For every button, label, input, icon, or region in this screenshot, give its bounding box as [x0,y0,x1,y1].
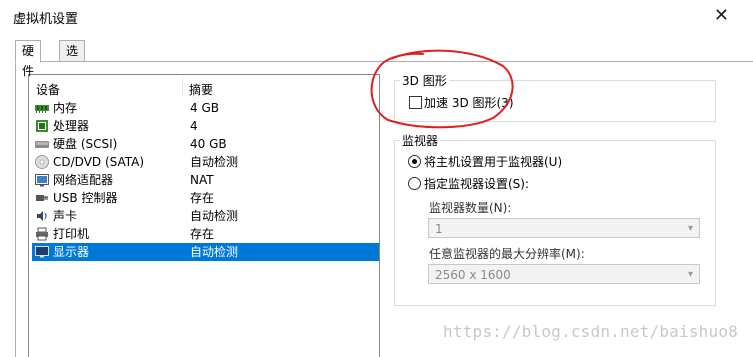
memory-icon [35,105,49,113]
max-resolution-select[interactable]: 2560 x 1600 ▾ [428,264,700,284]
device-row-harddisk[interactable]: 硬盘 (SCSI) 40 GB [32,135,379,153]
tab-hardware[interactable]: 硬件 [15,40,42,78]
cpu-icon [36,120,48,132]
network-icon [35,174,49,187]
device-summary: 40 GB [190,137,227,151]
device-summary: 存在 [190,191,215,205]
device-summary: 4 GB [190,101,219,115]
monitor-group-label: 监视器 [400,132,441,149]
column-header-device[interactable]: 设备 [36,81,60,98]
monitor-count-select[interactable]: 1 ▾ [428,218,700,238]
annotation-circle [370,49,514,129]
max-resolution-value: 2560 x 1600 [435,268,511,282]
device-summary: NAT [190,173,214,187]
close-icon[interactable]: ✕ [714,5,729,26]
device-list[interactable]: 设备 摘要 内存 4 GB 处理器 4 硬盘 (SCSI) 40 GB CD/D… [28,74,380,357]
tab-options[interactable]: 选项 [59,40,86,78]
custom-settings-label[interactable]: 指定监视器设置(S): [424,175,529,192]
device-row-printer[interactable]: 打印机 存在 [32,225,379,243]
host-settings-label[interactable]: 将主机设置用于监视器(U) [424,153,562,170]
device-name: 网络适配器 [53,173,114,187]
device-row-display[interactable]: 显示器 自动检测 [32,243,379,261]
device-summary: 4 [190,119,198,133]
sound-icon [37,211,47,221]
device-row-network[interactable]: 网络适配器 NAT [32,171,379,189]
device-summary: 存在 [190,227,215,241]
device-summary: 自动检测 [190,155,239,169]
device-summary: 自动检测 [190,209,239,223]
column-header-summary[interactable]: 摘要 [189,81,213,98]
host-settings-radio[interactable] [408,155,421,168]
chevron-down-icon: ▾ [687,269,693,280]
title-bar: 虚拟机设置 ✕ [0,0,753,34]
window-title: 虚拟机设置 [13,12,79,27]
device-name: 处理器 [53,119,90,133]
chevron-down-icon: ▾ [687,223,693,234]
device-name: 硬盘 (SCSI) [53,137,118,151]
printer-icon [36,227,48,241]
monitor-count-value: 1 [435,222,443,236]
harddisk-icon [35,141,49,148]
column-separator [182,77,183,96]
watermark: https://blog.csdn.net/baishuo8 [443,322,738,341]
device-row-sound[interactable]: 声卡 自动检测 [32,207,379,225]
device-row-processor[interactable]: 处理器 4 [32,117,379,135]
device-row-cddvd[interactable]: CD/DVD (SATA) 自动检测 [32,153,379,171]
device-name: CD/DVD (SATA) [53,155,145,169]
device-row-usb[interactable]: USB 控制器 存在 [32,189,379,207]
device-name: 打印机 [53,227,90,241]
display-icon [35,246,49,258]
device-name: 显示器 [53,245,90,259]
monitor-count-label: 监视器数量(N): [429,201,512,215]
device-name: 内存 [53,101,78,115]
max-resolution-label: 任意监视器的最大分辨率(M): [429,247,585,261]
device-name: USB 控制器 [53,191,118,205]
device-name: 声卡 [53,209,78,223]
device-row-memory[interactable]: 内存 4 GB [32,99,379,117]
cd-icon [35,155,49,169]
device-summary: 自动检测 [190,245,239,259]
custom-settings-radio[interactable] [408,177,421,190]
usb-icon [36,195,48,201]
